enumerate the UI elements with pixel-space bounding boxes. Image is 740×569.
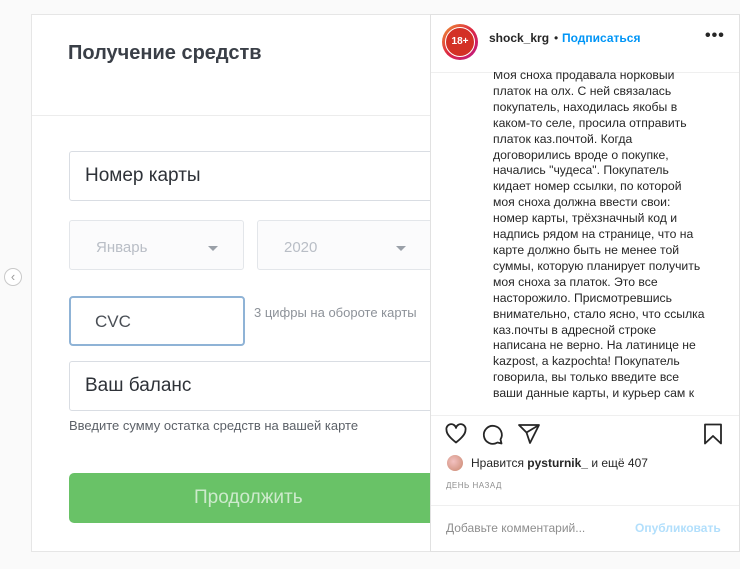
balance-placeholder: Ваш баланс [85, 375, 192, 396]
likes-count[interactable]: и ещё 407 [591, 456, 648, 470]
share-icon[interactable] [517, 422, 541, 446]
caption-scroll[interactable]: Моя сноха продавала норковый платок на о… [431, 72, 739, 415]
cvc-hint: 3 цифры на обороте карты [254, 305, 417, 320]
post-panel: 18+ shock_krg • Подписаться ••• Моя снох… [430, 14, 740, 552]
cvc-field: CVC [69, 296, 245, 346]
continue-button: Продолжить [69, 473, 430, 523]
liker-username[interactable]: pysturnik_ [527, 456, 588, 470]
continue-label: Продолжить [194, 487, 303, 508]
instagram-post-viewer: ‹ Получение средств Номер карты Январь 2… [0, 0, 740, 569]
more-icon[interactable]: ••• [705, 27, 725, 45]
comment-icon[interactable] [480, 422, 504, 446]
month-select: Январь [69, 220, 244, 270]
likes-summary[interactable]: Нравится pysturnik_ и ещё 407 [471, 456, 648, 470]
username-link[interactable]: shock_krg [489, 31, 549, 45]
avatar-badge: 18+ [445, 27, 475, 57]
liker-avatar[interactable] [447, 455, 463, 471]
post-caption: Моя сноха продавала норковый платок на о… [493, 72, 705, 401]
form-title: Получение средств [68, 42, 262, 64]
follow-button[interactable]: Подписаться [562, 31, 640, 45]
month-value: Январь [96, 239, 148, 256]
cvc-placeholder: CVC [95, 312, 131, 331]
divider [431, 505, 739, 506]
chevron-left-icon[interactable]: ‹ [4, 268, 22, 286]
comment-input[interactable]: Добавьте комментарий... [446, 521, 585, 535]
bookmark-icon[interactable] [701, 422, 725, 446]
year-value: 2020 [284, 239, 318, 256]
post-timestamp[interactable]: ДЕНЬ НАЗАД [446, 481, 502, 490]
post-header: 18+ shock_krg • Подписаться ••• [431, 15, 739, 73]
balance-hint: Введите сумму остатка средств на вашей к… [69, 418, 359, 433]
separator-dot: • [554, 31, 559, 45]
balance-field: Ваш баланс [69, 361, 430, 411]
avatar[interactable]: 18+ [442, 24, 478, 60]
heart-icon[interactable] [444, 422, 468, 446]
card-number-placeholder: Номер карты [85, 165, 201, 186]
caret-down-icon [208, 246, 218, 251]
year-select: 2020 [257, 220, 430, 270]
likes-prefix: Нравится [471, 456, 524, 470]
divider [431, 415, 739, 416]
form-header: Получение средств [32, 15, 430, 116]
publish-button[interactable]: Опубликовать [635, 521, 721, 535]
card-number-field: Номер карты [69, 151, 430, 201]
post-image: Получение средств Номер карты Январь 202… [31, 14, 430, 552]
caret-down-icon [396, 246, 406, 251]
